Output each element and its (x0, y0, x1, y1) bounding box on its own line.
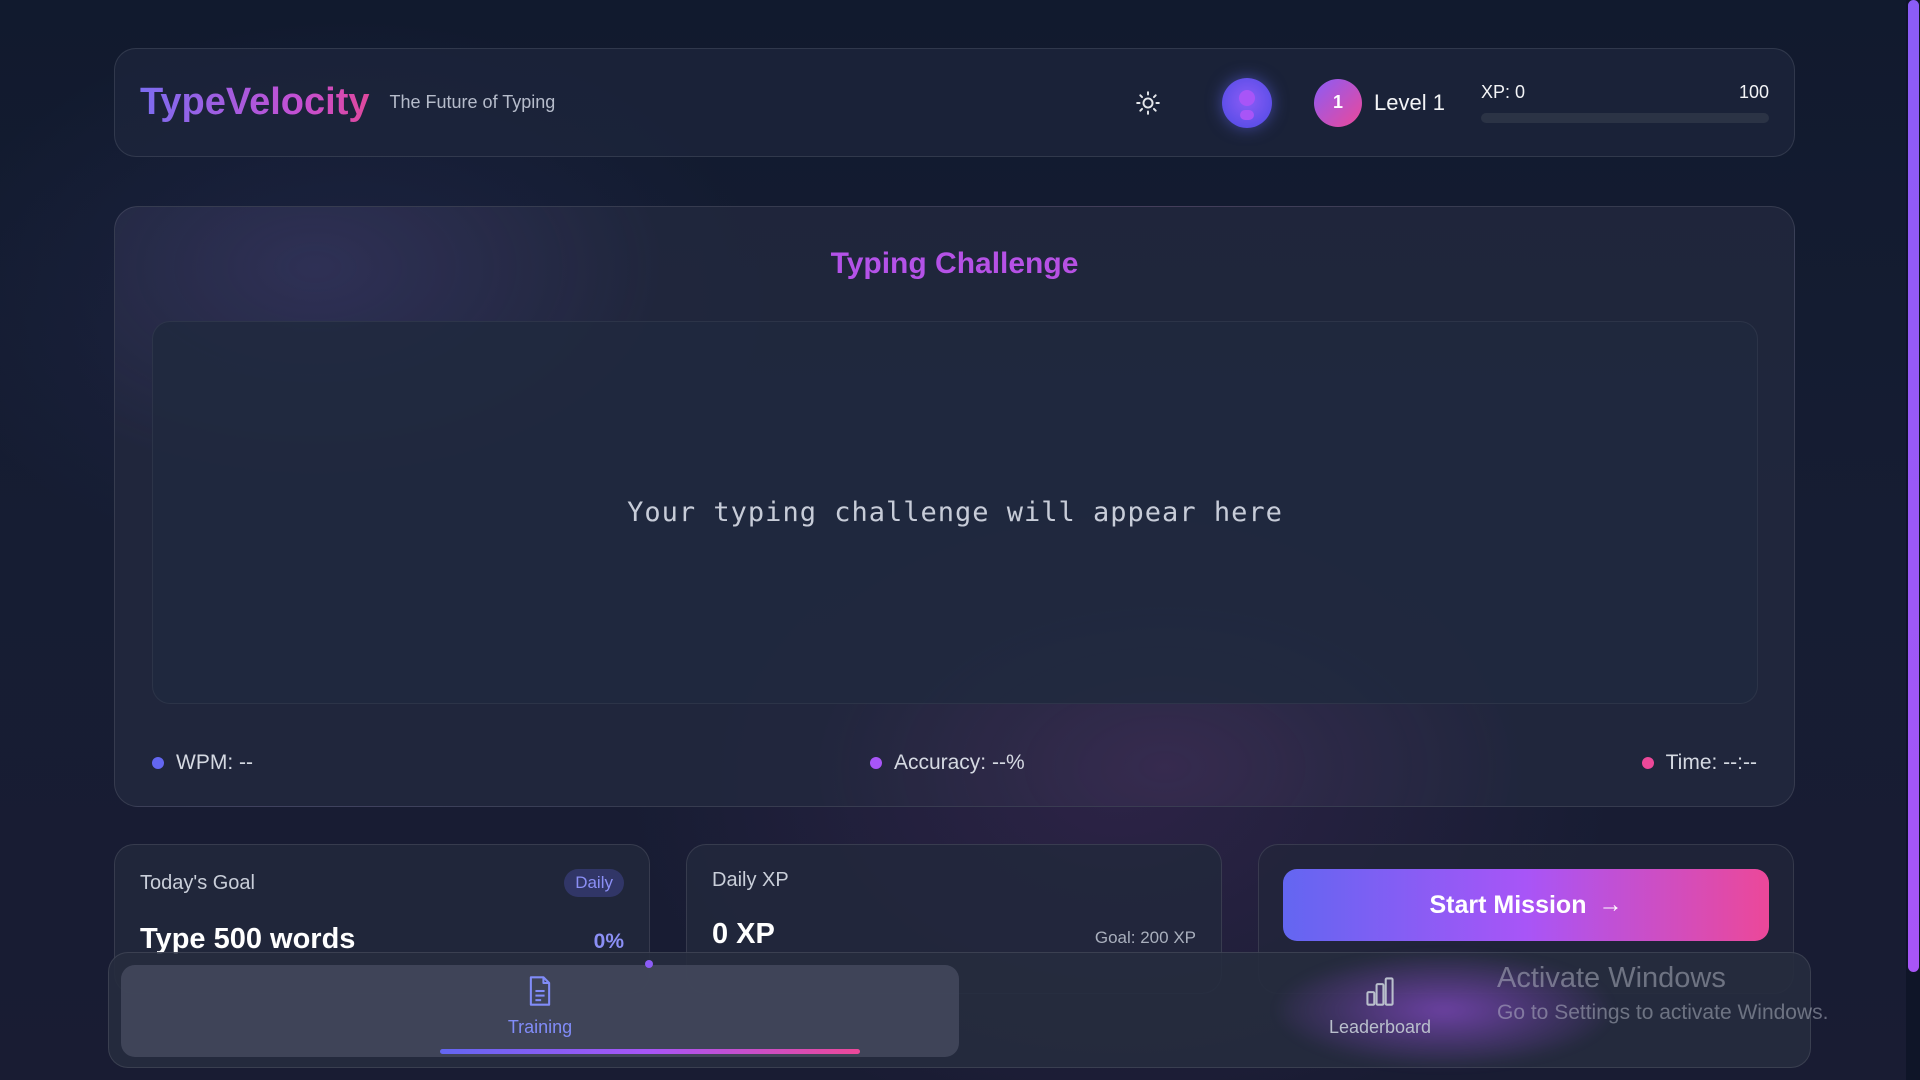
time-stat: Time: --:-- (1641, 751, 1757, 775)
accuracy-value: Accuracy: --% (893, 751, 1025, 774)
xp-max: 100 (1738, 82, 1769, 102)
top-header: TypeVelocity The Future of Typing 1 Leve… (114, 48, 1795, 157)
user-icon (1239, 89, 1256, 120)
time-dot (1641, 757, 1654, 769)
accuracy-dot (869, 757, 882, 769)
goal-percent: 0% (593, 930, 624, 953)
typing-challenge-card: Typing Challenge Your typing challenge w… (114, 206, 1795, 807)
header-controls: 1 Level 1 XP: 0 100 (1126, 77, 1769, 128)
level-label: Level 1 (1374, 89, 1445, 115)
nav-label-training: Training (507, 1017, 573, 1037)
bar-chart-icon (1366, 977, 1394, 1006)
activate-windows-watermark: Activate Windows Go to Settings to activ… (1497, 962, 1829, 1025)
start-mission-label: Start Mission (1429, 890, 1587, 919)
brand-tagline: The Future of Typing (389, 92, 556, 112)
document-icon (529, 976, 551, 1006)
time-value: Time: --:-- (1665, 751, 1757, 774)
scrollbar-track[interactable] (1906, 0, 1920, 1080)
wpm-dot (152, 757, 164, 769)
accuracy-stat: Accuracy: --% (869, 751, 1025, 775)
watermark-title: Activate Windows (1497, 962, 1726, 994)
nav-label-leaderboard: Leaderboard (1328, 1017, 1432, 1037)
level-badge: 1 (1314, 78, 1363, 127)
daily-xp-title: Daily XP (712, 869, 789, 891)
nav-indicator-dot (645, 960, 653, 968)
nav-item-training[interactable]: Training (440, 975, 640, 1038)
goal-title: Today's Goal (140, 871, 255, 894)
wpm-value: WPM: -- (176, 751, 253, 774)
challenge-placeholder: Your typing challenge will appear here (627, 497, 1283, 528)
xp-bar (1481, 113, 1769, 123)
xp-current: XP: 0 (1481, 82, 1526, 102)
wpm-stat: WPM: -- (152, 751, 253, 775)
typing-text-area[interactable]: Your typing challenge will appear here (152, 321, 1758, 704)
daily-badge: Daily (564, 869, 624, 897)
start-mission-button[interactable]: Start Mission → (1283, 869, 1769, 941)
daily-xp-goal: Goal: 200 XP (1094, 928, 1196, 947)
theme-toggle-button[interactable] (1126, 81, 1170, 125)
scrollbar-thumb[interactable] (1908, 0, 1919, 972)
brand-logo[interactable]: TypeVelocity (140, 81, 370, 124)
sun-icon (1136, 90, 1160, 115)
nav-active-underline (440, 1049, 860, 1054)
arrow-right-icon: → (1598, 891, 1623, 918)
challenge-title: Typing Challenge (115, 247, 1794, 281)
daily-xp-value: 0 XP (712, 918, 775, 950)
stats-row: WPM: -- Accuracy: --% Time: --:-- (152, 743, 1757, 783)
user-avatar[interactable] (1222, 77, 1273, 128)
watermark-subtitle: Go to Settings to activate Windows. (1497, 1001, 1829, 1024)
nav-item-leaderboard[interactable]: Leaderboard (1280, 975, 1480, 1038)
xp-progress: XP: 0 100 (1481, 82, 1769, 123)
